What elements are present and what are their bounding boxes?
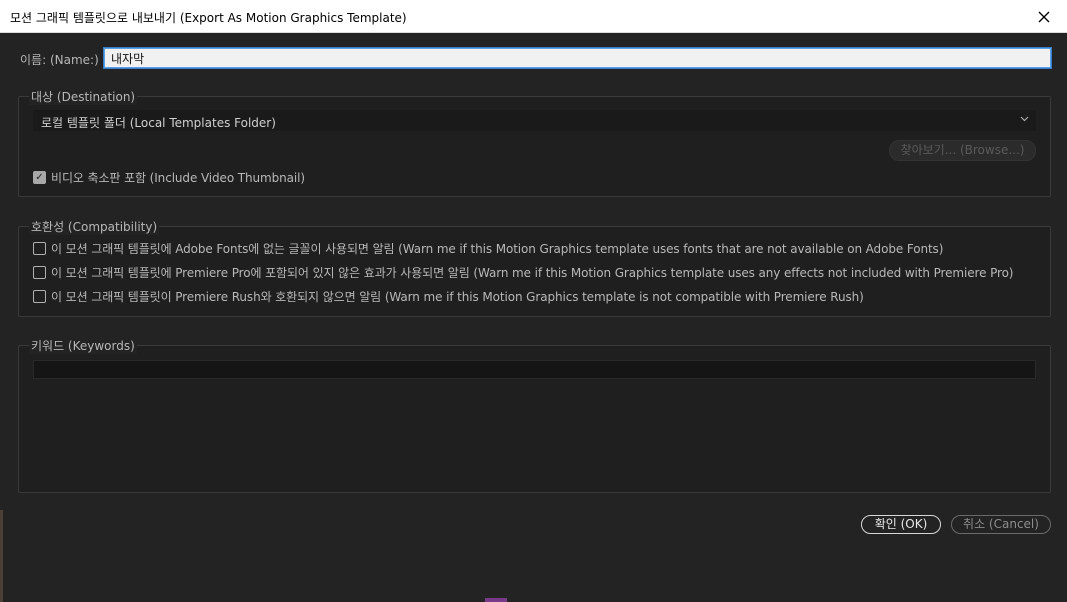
background-window-edge (485, 598, 507, 602)
window-title: 모션 그래픽 템플릿으로 내보내기 (Export As Motion Grap… (10, 11, 407, 25)
compat-effects-checkbox[interactable] (33, 266, 46, 279)
check-icon: ✓ (35, 171, 44, 183)
keywords-group: 키워드 (Keywords) (18, 337, 1051, 493)
include-thumbnail-row[interactable]: ✓ 비디오 축소판 포함 (Include Video Thumbnail) (33, 169, 305, 186)
browse-button[interactable]: 찾아보기... (Browse...) (889, 140, 1036, 161)
background-window-edge (0, 510, 3, 602)
destination-group: 대상 (Destination) 로컬 템플릿 폴더 (Local Templa… (18, 88, 1051, 197)
name-label: 이름: (Name:) (20, 53, 99, 67)
destination-legend: 대상 (Destination) (29, 88, 138, 105)
compat-rush-label: 이 모션 그래픽 템플릿이 Premiere Rush와 호환되지 않으면 알림… (51, 290, 864, 304)
keywords-legend: 키워드 (Keywords) (29, 337, 137, 354)
name-input[interactable] (104, 48, 1051, 68)
ok-button[interactable]: 확인 (OK) (861, 515, 941, 534)
destination-dropdown[interactable]: 로컬 템플릿 폴더 (Local Templates Folder) (33, 110, 1036, 131)
cancel-button[interactable]: 취소 (Cancel) (951, 515, 1051, 534)
keywords-input[interactable] (33, 360, 1036, 379)
compat-option-row[interactable]: 이 모션 그래픽 템플릿이 Premiere Rush와 호환되지 않으면 알림… (33, 288, 864, 305)
chevron-down-icon (1020, 114, 1029, 126)
compat-fonts-checkbox[interactable] (33, 242, 46, 255)
destination-selected: 로컬 템플릿 폴더 (Local Templates Folder) (41, 116, 276, 130)
compat-effects-label: 이 모션 그래픽 템플릿에 Premiere Pro에 포함되어 있지 않은 효… (51, 266, 1014, 280)
close-icon (1038, 11, 1050, 22)
compat-rush-checkbox[interactable] (33, 290, 46, 303)
compat-option-row[interactable]: 이 모션 그래픽 템플릿에 Adobe Fonts에 없는 글꼴이 사용되면 알… (33, 240, 943, 257)
close-button[interactable] (1021, 0, 1067, 33)
compat-option-row[interactable]: 이 모션 그래픽 템플릿에 Premiere Pro에 포함되어 있지 않은 효… (33, 264, 1013, 281)
include-thumbnail-checkbox[interactable]: ✓ (33, 171, 46, 184)
compat-fonts-label: 이 모션 그래픽 템플릿에 Adobe Fonts에 없는 글꼴이 사용되면 알… (51, 242, 944, 256)
title-bar: 모션 그래픽 템플릿으로 내보내기 (Export As Motion Grap… (0, 0, 1067, 33)
include-thumbnail-label: 비디오 축소판 포함 (Include Video Thumbnail) (51, 171, 305, 185)
compatibility-legend: 호환성 (Compatibility) (29, 218, 160, 235)
compatibility-group: 호환성 (Compatibility) 이 모션 그래픽 템플릿에 Adobe … (18, 218, 1051, 317)
